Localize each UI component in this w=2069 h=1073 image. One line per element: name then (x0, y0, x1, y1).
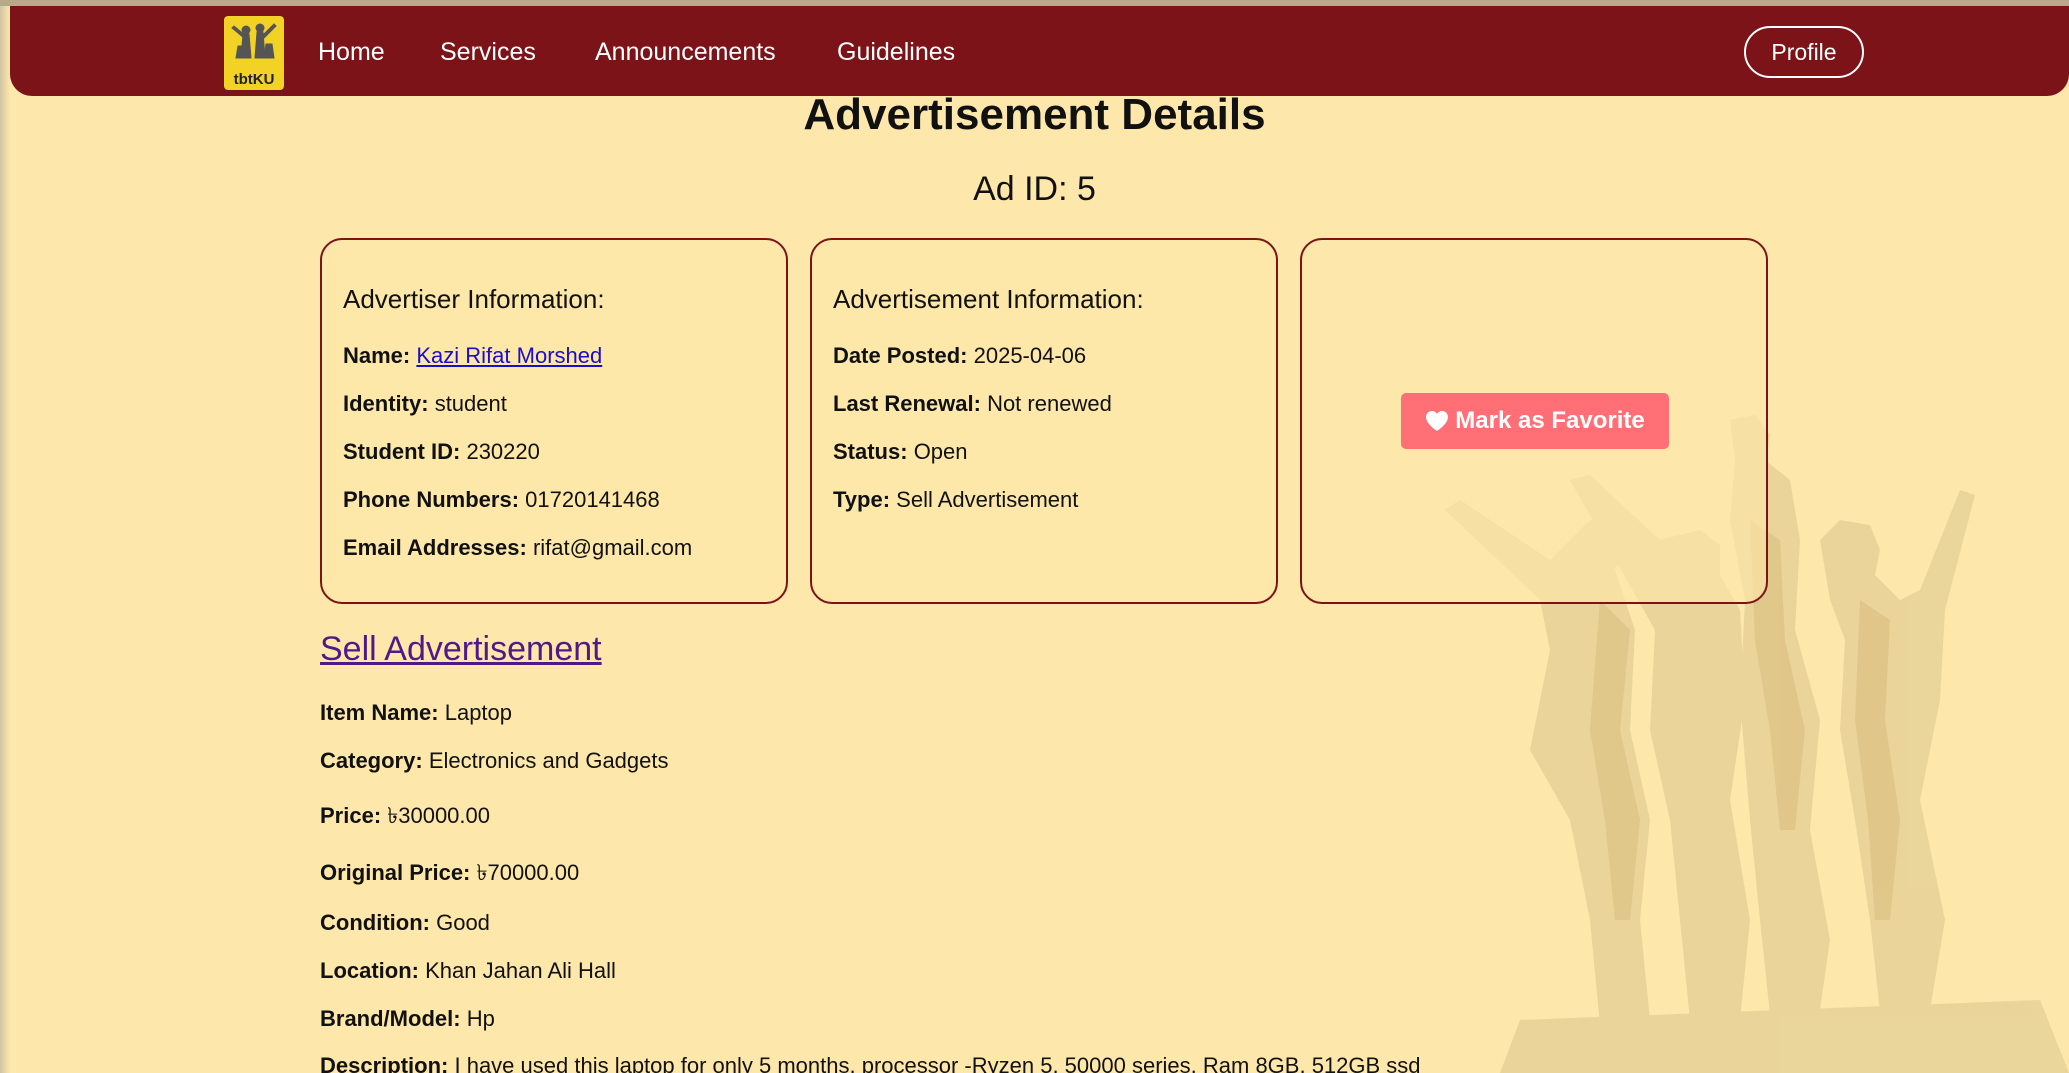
name-label: Name: (343, 343, 411, 368)
original-price-row: Original Price: ৳70000.00 (320, 856, 579, 893)
type-value: Sell Advertisement (896, 487, 1079, 512)
profile-button[interactable]: Profile (1744, 26, 1864, 78)
email-value: rifat@gmail.com (532, 535, 693, 560)
type-row: Type: Sell Advertisement (833, 487, 1078, 513)
advertiser-name-link[interactable]: Kazi Rifat Morshed (416, 343, 602, 368)
status-value: Open (913, 439, 968, 464)
brand-label: Brand/Model: (320, 1006, 461, 1031)
price-label: Price: (320, 803, 382, 828)
student-id-row: Student ID: 230220 (343, 439, 540, 465)
description-row: Description: I have used this laptop for… (320, 1053, 1421, 1073)
advertiser-name-row: Name: Kazi Rifat Morshed (343, 343, 602, 369)
ad-id: Ad ID: 5 (973, 170, 1096, 208)
page: tbtKU Home Services Announcements Guidel… (0, 0, 2069, 1073)
status-row: Status: Open (833, 439, 968, 465)
description-value: I have used this laptop for only 5 month… (454, 1053, 1421, 1073)
location-value: Khan Jahan Ali Hall (425, 958, 616, 983)
favorite-card: Mark as Favorite (1300, 238, 1768, 604)
brand-model-row: Brand/Model: Hp (320, 1006, 495, 1032)
description-label: Description: (320, 1053, 449, 1073)
nav-announcements[interactable]: Announcements (595, 38, 776, 67)
nav-services[interactable]: Services (440, 38, 536, 67)
date-posted-row: Date Posted: 2025-04-06 (833, 343, 1086, 369)
identity-value: student (434, 391, 507, 416)
status-label: Status: (833, 439, 908, 464)
identity-row: Identity: student (343, 391, 507, 417)
original-price-value: ৳70000.00 (476, 860, 580, 885)
price-row: Price: ৳30000.00 (320, 799, 490, 836)
condition-label: Condition: (320, 910, 430, 935)
nav-guidelines[interactable]: Guidelines (837, 38, 955, 67)
advertisement-card: Advertisement Information: Date Posted: … (810, 238, 1278, 604)
renewal-label: Last Renewal: (833, 391, 981, 416)
phone-label: Phone Numbers: (343, 487, 520, 512)
last-renewal-row: Last Renewal: Not renewed (833, 391, 1112, 417)
advertiser-heading: Advertiser Information: (343, 284, 605, 314)
condition-value: Good (436, 910, 490, 935)
renewal-value: Not renewed (987, 391, 1112, 416)
advertiser-card: Advertiser Information: Name: Kazi Rifat… (320, 238, 788, 604)
advertisement-heading: Advertisement Information: (833, 284, 1144, 314)
logo-figures-icon (231, 23, 277, 59)
type-label: Type: (833, 487, 891, 512)
phone-value: 01720141468 (525, 487, 660, 512)
category-label: Category: (320, 748, 423, 773)
price-value: ৳30000.00 (387, 803, 490, 828)
date-value: 2025-04-06 (973, 343, 1087, 368)
category-value: Electronics and Gadgets (428, 748, 669, 773)
original-price-label: Original Price: (320, 860, 471, 885)
left-shade (0, 6, 10, 1073)
email-row: Email Addresses: rifat@gmail.com (343, 535, 692, 561)
item-name-row: Item Name: Laptop (320, 700, 512, 726)
nav-home[interactable]: Home (318, 38, 385, 67)
location-label: Location: (320, 958, 419, 983)
page-title: Advertisement Details (803, 90, 1266, 139)
identity-label: Identity: (343, 391, 429, 416)
student-id-label: Student ID: (343, 439, 461, 464)
condition-row: Condition: Good (320, 910, 490, 936)
logo[interactable]: tbtKU (224, 16, 284, 90)
location-row: Location: Khan Jahan Ali Hall (320, 958, 616, 984)
sell-advertisement-link[interactable]: Sell Advertisement (320, 630, 602, 669)
heart-icon (1426, 411, 1449, 431)
logo-text: tbtKU (233, 71, 275, 88)
item-value: Laptop (444, 700, 513, 725)
category-row: Category: Electronics and Gadgets (320, 748, 669, 774)
phone-row: Phone Numbers: 01720141468 (343, 487, 660, 513)
navbar: tbtKU Home Services Announcements Guidel… (10, 6, 2069, 96)
mark-favorite-label: Mark as Favorite (1455, 407, 1645, 434)
brand-value: Hp (466, 1006, 495, 1031)
mark-favorite-button[interactable]: Mark as Favorite (1401, 393, 1669, 449)
date-label: Date Posted: (833, 343, 968, 368)
student-id-value: 230220 (466, 439, 540, 464)
item-label: Item Name: (320, 700, 439, 725)
email-label: Email Addresses: (343, 535, 527, 560)
